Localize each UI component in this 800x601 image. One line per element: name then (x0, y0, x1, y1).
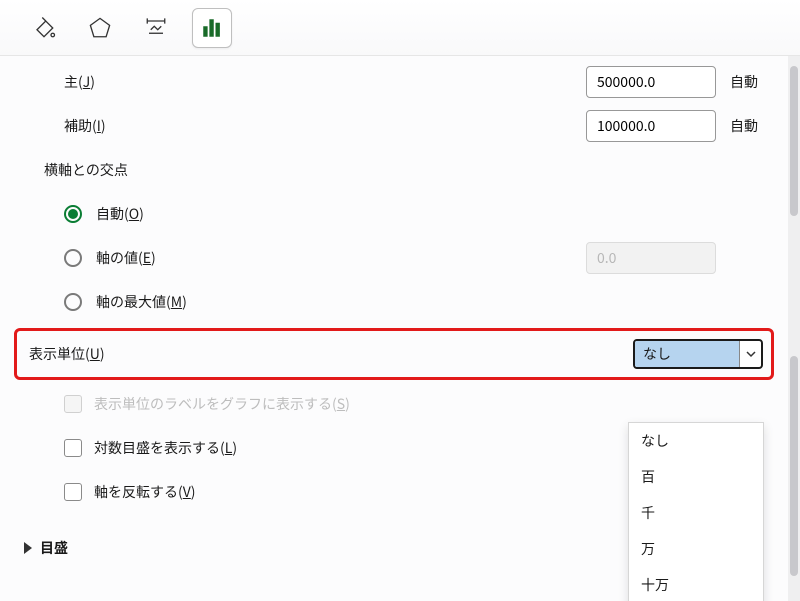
minor-unit-input[interactable] (586, 110, 716, 142)
cross-maxvalue-label: 軸の最大値(M) (96, 292, 764, 312)
radio-cross-auto[interactable] (64, 205, 82, 223)
display-unit-row: 表示単位(U) なし (14, 328, 774, 380)
display-unit-label: 表示単位(U) (25, 344, 633, 364)
show-unit-label-row: 表示単位のラベルをグラフに表示する(S) (24, 382, 764, 426)
display-unit-options-popup: なし百千万十万百万 (628, 422, 764, 601)
chevron-down-icon[interactable] (739, 341, 761, 367)
display-unit-option[interactable]: 万 (629, 531, 763, 567)
display-unit-option[interactable]: 百 (629, 459, 763, 495)
major-unit-row: 主(J) 自動 (24, 60, 764, 104)
major-unit-label: 主(J) (64, 72, 586, 92)
log-scale-checkbox[interactable] (64, 439, 82, 457)
chevron-right-icon (24, 542, 32, 554)
log-scale-label: 対数目盛を表示する(L) (94, 438, 709, 458)
radio-cross-maxvalue[interactable] (64, 293, 82, 311)
paint-bucket-icon[interactable] (24, 8, 64, 48)
dimensions-icon[interactable] (136, 8, 176, 48)
display-unit-combo[interactable]: なし (633, 339, 763, 369)
vertical-scrollbar[interactable] (788, 56, 800, 601)
axis-options-pane: 主(J) 自動 補助(I) 自動 横軸との交点 自動(O) 軸の値(E) 軸の最… (0, 56, 788, 601)
display-unit-option[interactable]: 十万 (629, 567, 763, 601)
cross-value-input (586, 242, 716, 274)
major-unit-auto: 自動 (716, 72, 764, 92)
cross-auto-label: 自動(O) (96, 204, 764, 224)
tick-section-label: 目盛 (40, 538, 68, 558)
cross-axis-title: 横軸との交点 (24, 148, 764, 192)
sidebar-tool-tabs (0, 0, 800, 56)
minor-unit-label: 補助(I) (64, 116, 586, 136)
display-unit-selected: なし (635, 341, 739, 367)
radio-cross-value[interactable] (64, 249, 82, 267)
minor-unit-auto: 自動 (716, 116, 764, 136)
display-unit-option[interactable]: 千 (629, 495, 763, 531)
show-unit-label-checkbox (64, 395, 82, 413)
cross-value-row[interactable]: 軸の値(E) (24, 236, 764, 280)
cross-value-label: 軸の値(E) (96, 248, 586, 268)
cross-auto-row[interactable]: 自動(O) (24, 192, 764, 236)
cross-maxvalue-row[interactable]: 軸の最大値(M) (24, 280, 764, 324)
major-unit-input[interactable] (586, 66, 716, 98)
display-unit-option[interactable]: なし (629, 423, 763, 459)
chart-icon[interactable] (192, 8, 232, 48)
pentagon-icon[interactable] (80, 8, 120, 48)
reverse-axis-checkbox[interactable] (64, 483, 82, 501)
minor-unit-row: 補助(I) 自動 (24, 104, 764, 148)
show-unit-label-label: 表示単位のラベルをグラフに表示する(S) (94, 394, 764, 414)
